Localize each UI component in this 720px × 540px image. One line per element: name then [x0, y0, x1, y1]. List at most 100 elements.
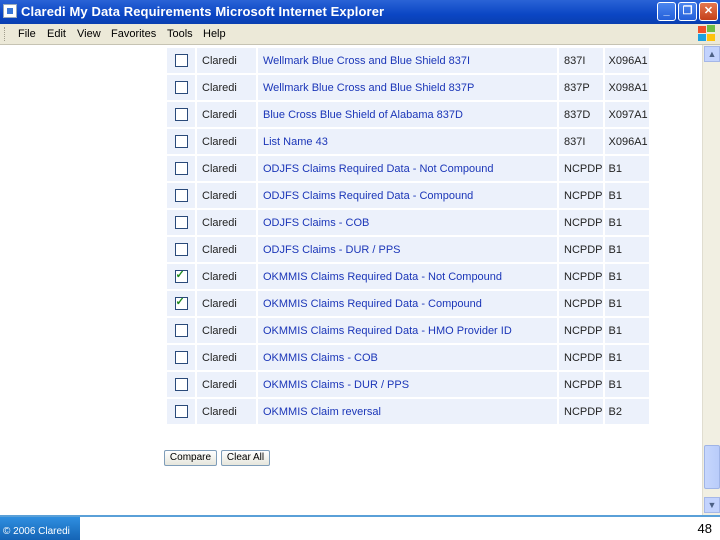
- row-checkbox[interactable]: [174, 378, 188, 391]
- requirement-link[interactable]: OKMMIS Claims Required Data - Not Compou…: [263, 271, 502, 283]
- row-checkbox[interactable]: [174, 135, 188, 148]
- requirement-link[interactable]: OKMMIS Claim reversal: [263, 406, 381, 418]
- row-checkbox[interactable]: [174, 268, 188, 283]
- version-text: X097A1: [608, 108, 648, 121]
- scroll-down-icon[interactable]: ▼: [704, 497, 720, 513]
- select-cell: [167, 48, 195, 73]
- maximize-button[interactable]: ❐: [678, 2, 697, 21]
- org-text: Claredi: [202, 54, 237, 67]
- row-checkbox[interactable]: [174, 295, 188, 310]
- requirement-link[interactable]: OKMMIS Claims - DUR / PPS: [263, 379, 409, 391]
- requirement-link[interactable]: List Name 43: [263, 136, 328, 148]
- format-text: NCPDP: [564, 378, 603, 391]
- menu-file[interactable]: File: [18, 28, 36, 40]
- format-cell: NCPDP: [559, 291, 603, 316]
- format-cell: NCPDP: [559, 345, 603, 370]
- version-text: B1: [608, 324, 622, 337]
- format-cell: NCPDP: [559, 183, 603, 208]
- table-row: Claredi OKMMIS Claims Required Data - Not…: [167, 264, 649, 289]
- requirement-link[interactable]: Wellmark Blue Cross and Blue Shield 837I: [263, 55, 470, 67]
- name-cell: OKMMIS Claims Required Data - Not Compou…: [258, 264, 557, 289]
- format-text: NCPDP: [564, 216, 603, 229]
- menu-tools[interactable]: Tools: [167, 28, 193, 40]
- row-checkbox[interactable]: [174, 324, 188, 337]
- table-row: Claredi ODJFS Claims - DUR / PPS NCPDP B1: [167, 237, 649, 262]
- format-text: NCPDP: [564, 189, 603, 202]
- table-row: Claredi List Name 43 837I X096A1: [167, 129, 649, 154]
- format-cell: 837P: [559, 75, 603, 100]
- row-checkbox[interactable]: [174, 189, 188, 202]
- row-checkbox[interactable]: [174, 162, 188, 175]
- requirement-link[interactable]: ODJFS Claims Required Data - Compound: [263, 190, 473, 202]
- minimize-button[interactable]: _: [657, 2, 676, 21]
- format-text: 837I: [564, 135, 586, 148]
- org-text: Claredi: [202, 162, 237, 175]
- menu-edit[interactable]: Edit: [47, 28, 66, 40]
- version-text: B2: [608, 405, 622, 418]
- version-text: B1: [608, 351, 622, 364]
- format-cell: NCPDP: [559, 264, 603, 289]
- table-row: Claredi Wellmark Blue Cross and Blue Shie…: [167, 75, 649, 100]
- format-text: 837D: [564, 108, 591, 121]
- name-cell: Wellmark Blue Cross and Blue Shield 837P: [258, 75, 557, 100]
- row-checkbox[interactable]: [174, 54, 188, 67]
- requirement-link[interactable]: OKMMIS Claims - COB: [263, 352, 378, 364]
- version-text: B1: [608, 297, 622, 310]
- close-button[interactable]: ✕: [699, 2, 718, 21]
- org-text: Claredi: [202, 324, 237, 337]
- requirement-link[interactable]: OKMMIS Claims Required Data - Compound: [263, 298, 482, 310]
- table-row: Claredi OKMMIS Claim reversal NCPDP B2: [167, 399, 649, 424]
- select-cell: [167, 156, 195, 181]
- format-text: NCPDP: [564, 270, 603, 283]
- scroll-thumb[interactable]: [704, 445, 720, 489]
- format-text: NCPDP: [564, 324, 603, 337]
- name-cell: ODJFS Claims Required Data - Compound: [258, 183, 557, 208]
- menu-view[interactable]: View: [77, 28, 101, 40]
- row-checkbox[interactable]: [174, 351, 188, 364]
- copyright-text: © 2006 Claredi: [0, 517, 80, 540]
- requirement-link[interactable]: ODJFS Claims - COB: [263, 217, 369, 229]
- version-cell: B1: [604, 291, 649, 316]
- name-cell: ODJFS Claims - COB: [258, 210, 557, 235]
- table-row: Claredi ODJFS Claims Required Data - Not …: [167, 156, 649, 181]
- select-cell: [167, 237, 195, 262]
- version-text: B1: [608, 270, 622, 283]
- org-cell: Claredi: [197, 210, 256, 235]
- scroll-up-icon[interactable]: ▲: [704, 46, 720, 62]
- select-cell: [167, 264, 195, 289]
- row-checkbox[interactable]: [174, 405, 188, 418]
- org-cell: Claredi: [197, 183, 256, 208]
- row-checkbox[interactable]: [174, 81, 188, 94]
- vertical-scrollbar[interactable]: ▲ ▼: [702, 45, 720, 515]
- name-cell: OKMMIS Claims - COB: [258, 345, 557, 370]
- name-cell: OKMMIS Claims - DUR / PPS: [258, 372, 557, 397]
- org-cell: Claredi: [197, 48, 256, 73]
- name-cell: ODJFS Claims - DUR / PPS: [258, 237, 557, 262]
- version-text: X096A1: [608, 54, 648, 67]
- name-cell: ODJFS Claims Required Data - Not Compoun…: [258, 156, 557, 181]
- format-cell: NCPDP: [559, 372, 603, 397]
- name-cell: OKMMIS Claims Required Data - HMO Provid…: [258, 318, 557, 343]
- requirement-link[interactable]: OKMMIS Claims Required Data - HMO Provid…: [263, 325, 512, 337]
- requirement-link[interactable]: ODJFS Claims - DUR / PPS: [263, 244, 401, 256]
- requirement-link[interactable]: Wellmark Blue Cross and Blue Shield 837P: [263, 82, 474, 94]
- version-cell: B1: [604, 237, 649, 262]
- clear-all-button[interactable]: Clear All: [221, 450, 270, 466]
- row-checkbox[interactable]: [174, 243, 188, 256]
- menu-favorites[interactable]: Favorites: [111, 28, 156, 40]
- compare-button[interactable]: Compare: [164, 450, 217, 466]
- row-checkbox[interactable]: [174, 216, 188, 229]
- select-cell: [167, 129, 195, 154]
- requirement-link[interactable]: Blue Cross Blue Shield of Alabama 837D: [263, 109, 463, 121]
- name-cell: OKMMIS Claim reversal: [258, 399, 557, 424]
- row-checkbox[interactable]: [174, 108, 188, 121]
- select-cell: [167, 372, 195, 397]
- version-text: B1: [608, 243, 622, 256]
- menu-help[interactable]: Help: [203, 28, 226, 40]
- org-text: Claredi: [202, 297, 237, 310]
- org-text: Claredi: [202, 243, 237, 256]
- table-row: Claredi OKMMIS Claims - DUR / PPS NCPDP B1: [167, 372, 649, 397]
- requirement-link[interactable]: ODJFS Claims Required Data - Not Compoun…: [263, 163, 493, 175]
- org-cell: Claredi: [197, 372, 256, 397]
- version-text: B1: [608, 378, 622, 391]
